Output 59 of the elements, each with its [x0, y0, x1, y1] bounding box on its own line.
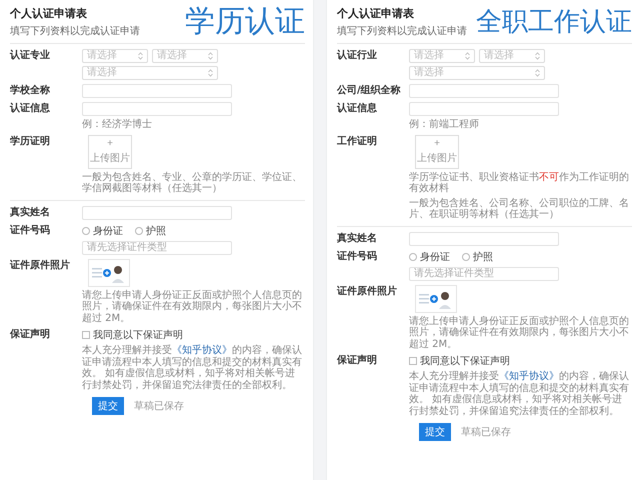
- input-field[interactable]: [82, 206, 232, 220]
- radio-option[interactable]: 护照: [462, 250, 493, 264]
- updown-caret-icon: [465, 52, 470, 60]
- form-subtitle: 填写下列资料以完成认证申请: [337, 24, 467, 38]
- banner-title: 学历认证: [185, 7, 305, 37]
- updown-caret-icon: [208, 52, 213, 60]
- id-photo-icon: [88, 258, 130, 286]
- hint-text: 学历学位证书、职业资格证书不可作为工作证明的有效材料: [409, 172, 630, 194]
- updown-caret-icon: [535, 52, 540, 60]
- updown-caret-icon: [208, 69, 213, 77]
- field-label: 学校全称: [10, 84, 51, 98]
- updown-caret-icon: [138, 52, 143, 60]
- banner-title: 全职工作认证: [476, 9, 632, 35]
- input-field[interactable]: [409, 102, 559, 116]
- form-subtitle: 填写下列资料以完成认证申请: [10, 24, 140, 38]
- input-field[interactable]: [82, 102, 232, 116]
- hint-text: 例：前端工程师: [409, 119, 480, 130]
- field-label: 真实姓名: [337, 232, 378, 246]
- radio-option[interactable]: 身份证: [409, 250, 450, 264]
- input-field[interactable]: [82, 84, 232, 98]
- field-label: 学历证明: [10, 134, 51, 148]
- input-field[interactable]: [409, 232, 559, 246]
- field-label: 保证声明: [10, 328, 51, 342]
- field-label: 证件原件照片: [10, 258, 71, 272]
- field-label: 证件号码: [337, 250, 378, 264]
- hint-text: 请您上传申请人身份证正反面或护照个人信息页的照片，请确保证件在有效期限内，每张图片大小不超过 2M。: [409, 316, 630, 350]
- field-label: 保证声明: [337, 354, 378, 368]
- input-field[interactable]: [409, 84, 559, 98]
- hint-text: 例：经济学博士: [82, 119, 153, 130]
- field-label: 认证专业: [10, 49, 51, 63]
- id-photo-icon: [415, 284, 457, 312]
- hint-text: 请您上传申请人身份证正反面或护照个人信息页的照片，请确保证件在有效期限内，每张图片大小不超过 2M。: [82, 290, 303, 324]
- upload-button[interactable]: + 上传图片: [88, 134, 132, 168]
- draft-status: 草稿已保存: [461, 426, 511, 439]
- field-label: 认证行业: [337, 49, 378, 63]
- hint-text: 本人充分理解并接受《知乎协议》的内容，确保认证申请流程中本人填写的信息和提交的材料真实有效。 如有虚假信息或材料，知乎将对相关帐号进行封禁处罚，并保留追究法律责任的全部权利。: [82, 345, 303, 391]
- field-label: 证件原件照片: [337, 284, 398, 298]
- form-title: 个人认证申请表: [10, 6, 88, 21]
- field-label: 公司/组织全称: [337, 84, 402, 98]
- draft-status: 草稿已保存: [134, 400, 184, 413]
- field-label: 证件号码: [10, 224, 51, 238]
- field-label: 认证信息: [10, 102, 51, 116]
- hint-text: 一般为包含姓名、专业、公章的学历证、学位证、学信网截图等材料（任选其一）: [82, 172, 303, 194]
- upload-button[interactable]: + 上传图片: [415, 134, 459, 168]
- updown-caret-icon: [535, 69, 540, 77]
- field-label: 工作证明: [337, 134, 378, 148]
- form-title: 个人认证申请表: [337, 6, 415, 21]
- field-label: 认证信息: [337, 102, 378, 116]
- submit-button[interactable]: 提交: [419, 423, 451, 441]
- hint-text: 本人充分理解并接受《知乎协议》的内容，确保认证申请流程中本人填写的信息和提交的材料真实有效。 如有虚假信息或材料，知乎将对相关帐号进行封禁处罚，并保留追究法律责任的全部权利。: [409, 371, 630, 417]
- input-field[interactable]: 请先选择证件类型: [409, 266, 559, 280]
- submit-button[interactable]: 提交: [92, 397, 124, 415]
- field-label: 真实姓名: [10, 206, 51, 220]
- input-field[interactable]: 请先选择证件类型: [82, 240, 232, 254]
- radio-option[interactable]: 护照: [135, 224, 166, 238]
- agreement-checkbox[interactable]: 我同意以下保证声明: [409, 354, 632, 368]
- hint-text: 一般为包含姓名、公司名称、公司职位的工牌、名片、在职证明等材料（任选其一）: [409, 198, 630, 220]
- agreement-checkbox[interactable]: 我同意以下保证声明: [82, 328, 305, 342]
- radio-option[interactable]: 身份证: [82, 224, 123, 238]
